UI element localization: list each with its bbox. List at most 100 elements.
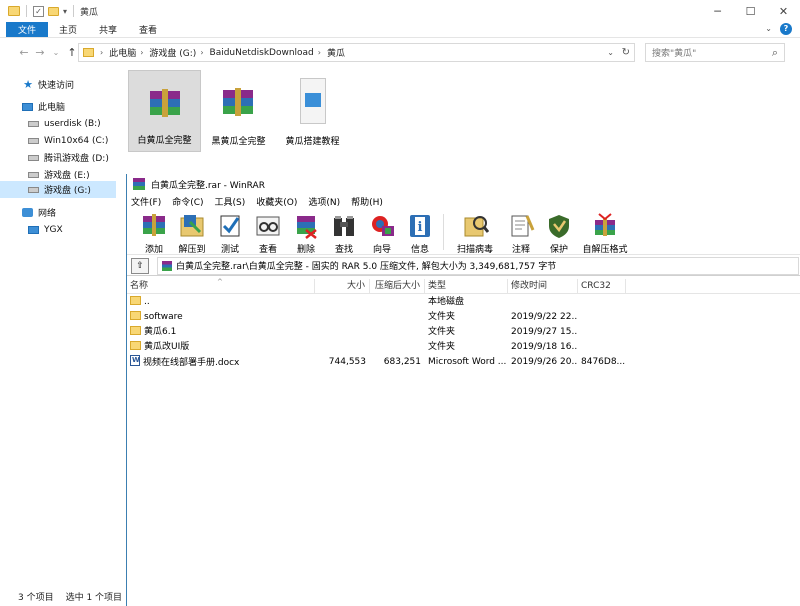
type-cell: Microsoft Word ... bbox=[428, 357, 507, 367]
modified-cell bbox=[508, 295, 578, 310]
file-list-header: 名称 ^ 大小 压缩后大小 类型 修改时间 CRC32 bbox=[127, 278, 800, 294]
table-row[interactable]: .. 本地磁盘 bbox=[127, 295, 800, 310]
column-modified[interactable]: 修改时间 bbox=[508, 279, 578, 294]
column-crc32[interactable]: CRC32 bbox=[578, 279, 626, 294]
navigation-pane: ★ 快速访问 此电脑 userdisk (B:) Win10x64 (C:) 腾… bbox=[0, 66, 120, 586]
menu-options[interactable]: 选项(N) bbox=[308, 195, 340, 208]
expand-ribbon-icon[interactable]: ⌄ bbox=[765, 24, 772, 33]
chevron-right-icon[interactable]: › bbox=[200, 48, 203, 57]
forward-button[interactable]: → bbox=[32, 46, 48, 59]
nav-item-drive-b[interactable]: userdisk (B:) bbox=[28, 115, 101, 132]
tab-share[interactable]: 共享 bbox=[88, 22, 128, 37]
sort-ascending-icon: ^ bbox=[217, 278, 223, 286]
nav-label: userdisk (B:) bbox=[44, 118, 101, 129]
tab-home[interactable]: 主页 bbox=[48, 22, 88, 37]
properties-icon[interactable]: ✓ bbox=[33, 5, 44, 17]
item-count: 3 个项目 bbox=[18, 592, 54, 603]
archive-path-text: 白黄瓜全完整.rar\白黄瓜全完整 - 固实的 RAR 5.0 压缩文件, 解包… bbox=[176, 262, 557, 272]
drive-icon bbox=[28, 137, 39, 144]
chevron-right-icon[interactable]: › bbox=[318, 48, 321, 57]
menu-help[interactable]: 帮助(H) bbox=[351, 195, 383, 208]
info-button[interactable]: i 信息 bbox=[401, 209, 439, 255]
test-button[interactable]: 测试 bbox=[211, 209, 249, 255]
nav-item-ygx[interactable]: YGX bbox=[28, 221, 63, 238]
nav-item-drive-c[interactable]: Win10x64 (C:) bbox=[28, 132, 108, 149]
packed-cell bbox=[370, 310, 425, 325]
table-row[interactable]: 黄瓜6.1 文件夹 2019/9/27 15... bbox=[127, 325, 800, 340]
search-icon[interactable]: ⌕ bbox=[772, 46, 778, 60]
up-one-level-button[interactable]: ⇧ bbox=[131, 257, 149, 274]
comment-button[interactable]: 注释 bbox=[502, 209, 540, 255]
nav-item-drive-g[interactable]: 游戏盘 (G:) bbox=[0, 181, 116, 198]
view-button[interactable]: 查看 bbox=[249, 209, 287, 255]
svg-text:i: i bbox=[418, 220, 423, 235]
file-item-white-cucumber[interactable]: 白黄瓜全完整 bbox=[128, 70, 201, 152]
menu-file[interactable]: 文件(F) bbox=[131, 195, 161, 208]
nav-label: 快速访问 bbox=[38, 81, 75, 91]
chevron-down-icon[interactable]: ⌄ bbox=[607, 48, 614, 57]
delete-button[interactable]: 删除 bbox=[287, 209, 325, 255]
tab-file[interactable]: 文件 bbox=[6, 22, 49, 37]
add-button[interactable]: 添加 bbox=[135, 209, 173, 255]
close-button[interactable]: ✕ bbox=[767, 0, 800, 22]
archive-path-field[interactable]: 白黄瓜全完整.rar\白黄瓜全完整 - 固实的 RAR 5.0 压缩文件, 解包… bbox=[157, 256, 799, 275]
column-name[interactable]: 名称 ^ bbox=[127, 278, 315, 294]
protect-button[interactable]: 保护 bbox=[540, 209, 578, 255]
breadcrumb-item[interactable]: 游戏盘 (G:) bbox=[149, 46, 196, 59]
chevron-right-icon[interactable]: › bbox=[140, 48, 143, 57]
table-row[interactable]: 视频在线部署手册.docx 744,553 683,251 Microsoft … bbox=[127, 355, 800, 370]
file-item-black-cucumber[interactable]: 黑黄瓜全完整 bbox=[202, 70, 275, 152]
scan-virus-button[interactable]: 扫描病毒 bbox=[448, 209, 502, 255]
file-item-tutorial-video[interactable]: 黄瓜搭建教程 bbox=[276, 70, 349, 152]
breadcrumb-item[interactable]: 黄瓜 bbox=[327, 46, 345, 59]
up-arrow-icon: ⇧ bbox=[136, 260, 144, 271]
refresh-icon[interactable]: ↻ bbox=[622, 47, 630, 58]
recent-locations-button[interactable]: ⌄ bbox=[48, 48, 64, 57]
nav-item-quick-access[interactable]: ★ 快速访问 bbox=[22, 76, 74, 93]
sfx-button[interactable]: 自解压格式 bbox=[578, 209, 632, 255]
crc-cell bbox=[578, 310, 626, 325]
new-folder-icon[interactable] bbox=[48, 6, 59, 16]
maximize-button[interactable]: ☐ bbox=[734, 0, 767, 22]
column-size[interactable]: 大小 bbox=[315, 279, 370, 294]
menu-tools[interactable]: 工具(S) bbox=[215, 195, 246, 208]
table-row[interactable]: 黄瓜改UI版 文件夹 2019/9/18 16... bbox=[127, 340, 800, 355]
table-row[interactable]: software 文件夹 2019/9/22 22... bbox=[127, 310, 800, 325]
menu-favorites[interactable]: 收藏夹(O) bbox=[256, 195, 297, 208]
nav-item-network[interactable]: 网络 bbox=[22, 204, 56, 221]
breadcrumb-item[interactable]: 此电脑 bbox=[109, 46, 136, 59]
winrar-toolbar: 添加 解压到 测试 查看 删除 查找 向导 i 信息 扫描病毒 注释 保护 自解… bbox=[127, 209, 800, 255]
find-button[interactable]: 查找 bbox=[325, 209, 363, 255]
nav-item-drive-d[interactable]: 腾讯游戏盘 (D:) bbox=[28, 149, 109, 166]
drive-icon bbox=[28, 154, 39, 161]
chevron-right-icon[interactable]: › bbox=[100, 48, 103, 57]
name-text: .. bbox=[144, 297, 150, 307]
column-type[interactable]: 类型 bbox=[425, 279, 508, 294]
size-cell: 744,553 bbox=[328, 357, 366, 367]
menu-commands[interactable]: 命令(C) bbox=[172, 195, 203, 208]
back-button[interactable]: ← bbox=[16, 46, 32, 59]
quick-access-dropdown-icon[interactable]: ▾ bbox=[63, 7, 67, 16]
nav-item-this-pc[interactable]: 此电脑 bbox=[22, 98, 65, 115]
packed-cell bbox=[370, 325, 425, 340]
tool-label: 扫描病毒 bbox=[456, 245, 493, 255]
tab-view[interactable]: 查看 bbox=[128, 22, 168, 37]
breadcrumb-item[interactable]: BaiduNetdiskDownload bbox=[210, 48, 314, 58]
winrar-archive-icon bbox=[221, 86, 255, 120]
file-label: 黑黄瓜全完整 bbox=[211, 137, 266, 147]
address-bar[interactable]: › 此电脑 › 游戏盘 (G:) › BaiduNetdiskDownload … bbox=[78, 43, 635, 62]
wizard-button[interactable]: 向导 bbox=[363, 209, 401, 255]
sfx-icon bbox=[591, 212, 619, 240]
name-text: 黄瓜6.1 bbox=[144, 327, 177, 337]
column-packed-size[interactable]: 压缩后大小 bbox=[370, 279, 425, 294]
nav-label: 游戏盘 (E:) bbox=[44, 171, 90, 181]
name-cell: 黄瓜改UI版 bbox=[127, 340, 315, 355]
extract-to-button[interactable]: 解压到 bbox=[173, 209, 211, 255]
folder-icon bbox=[8, 6, 20, 16]
winrar-icon bbox=[162, 260, 172, 271]
help-icon[interactable]: ? bbox=[780, 23, 792, 35]
status-bar: 3 个项目 选中 1 个项目 bbox=[0, 586, 127, 606]
search-input[interactable]: 搜索"黄瓜" ⌕ bbox=[645, 43, 785, 62]
minimize-button[interactable]: ─ bbox=[701, 0, 734, 22]
modified-cell: 2019/9/18 16... bbox=[511, 342, 578, 352]
